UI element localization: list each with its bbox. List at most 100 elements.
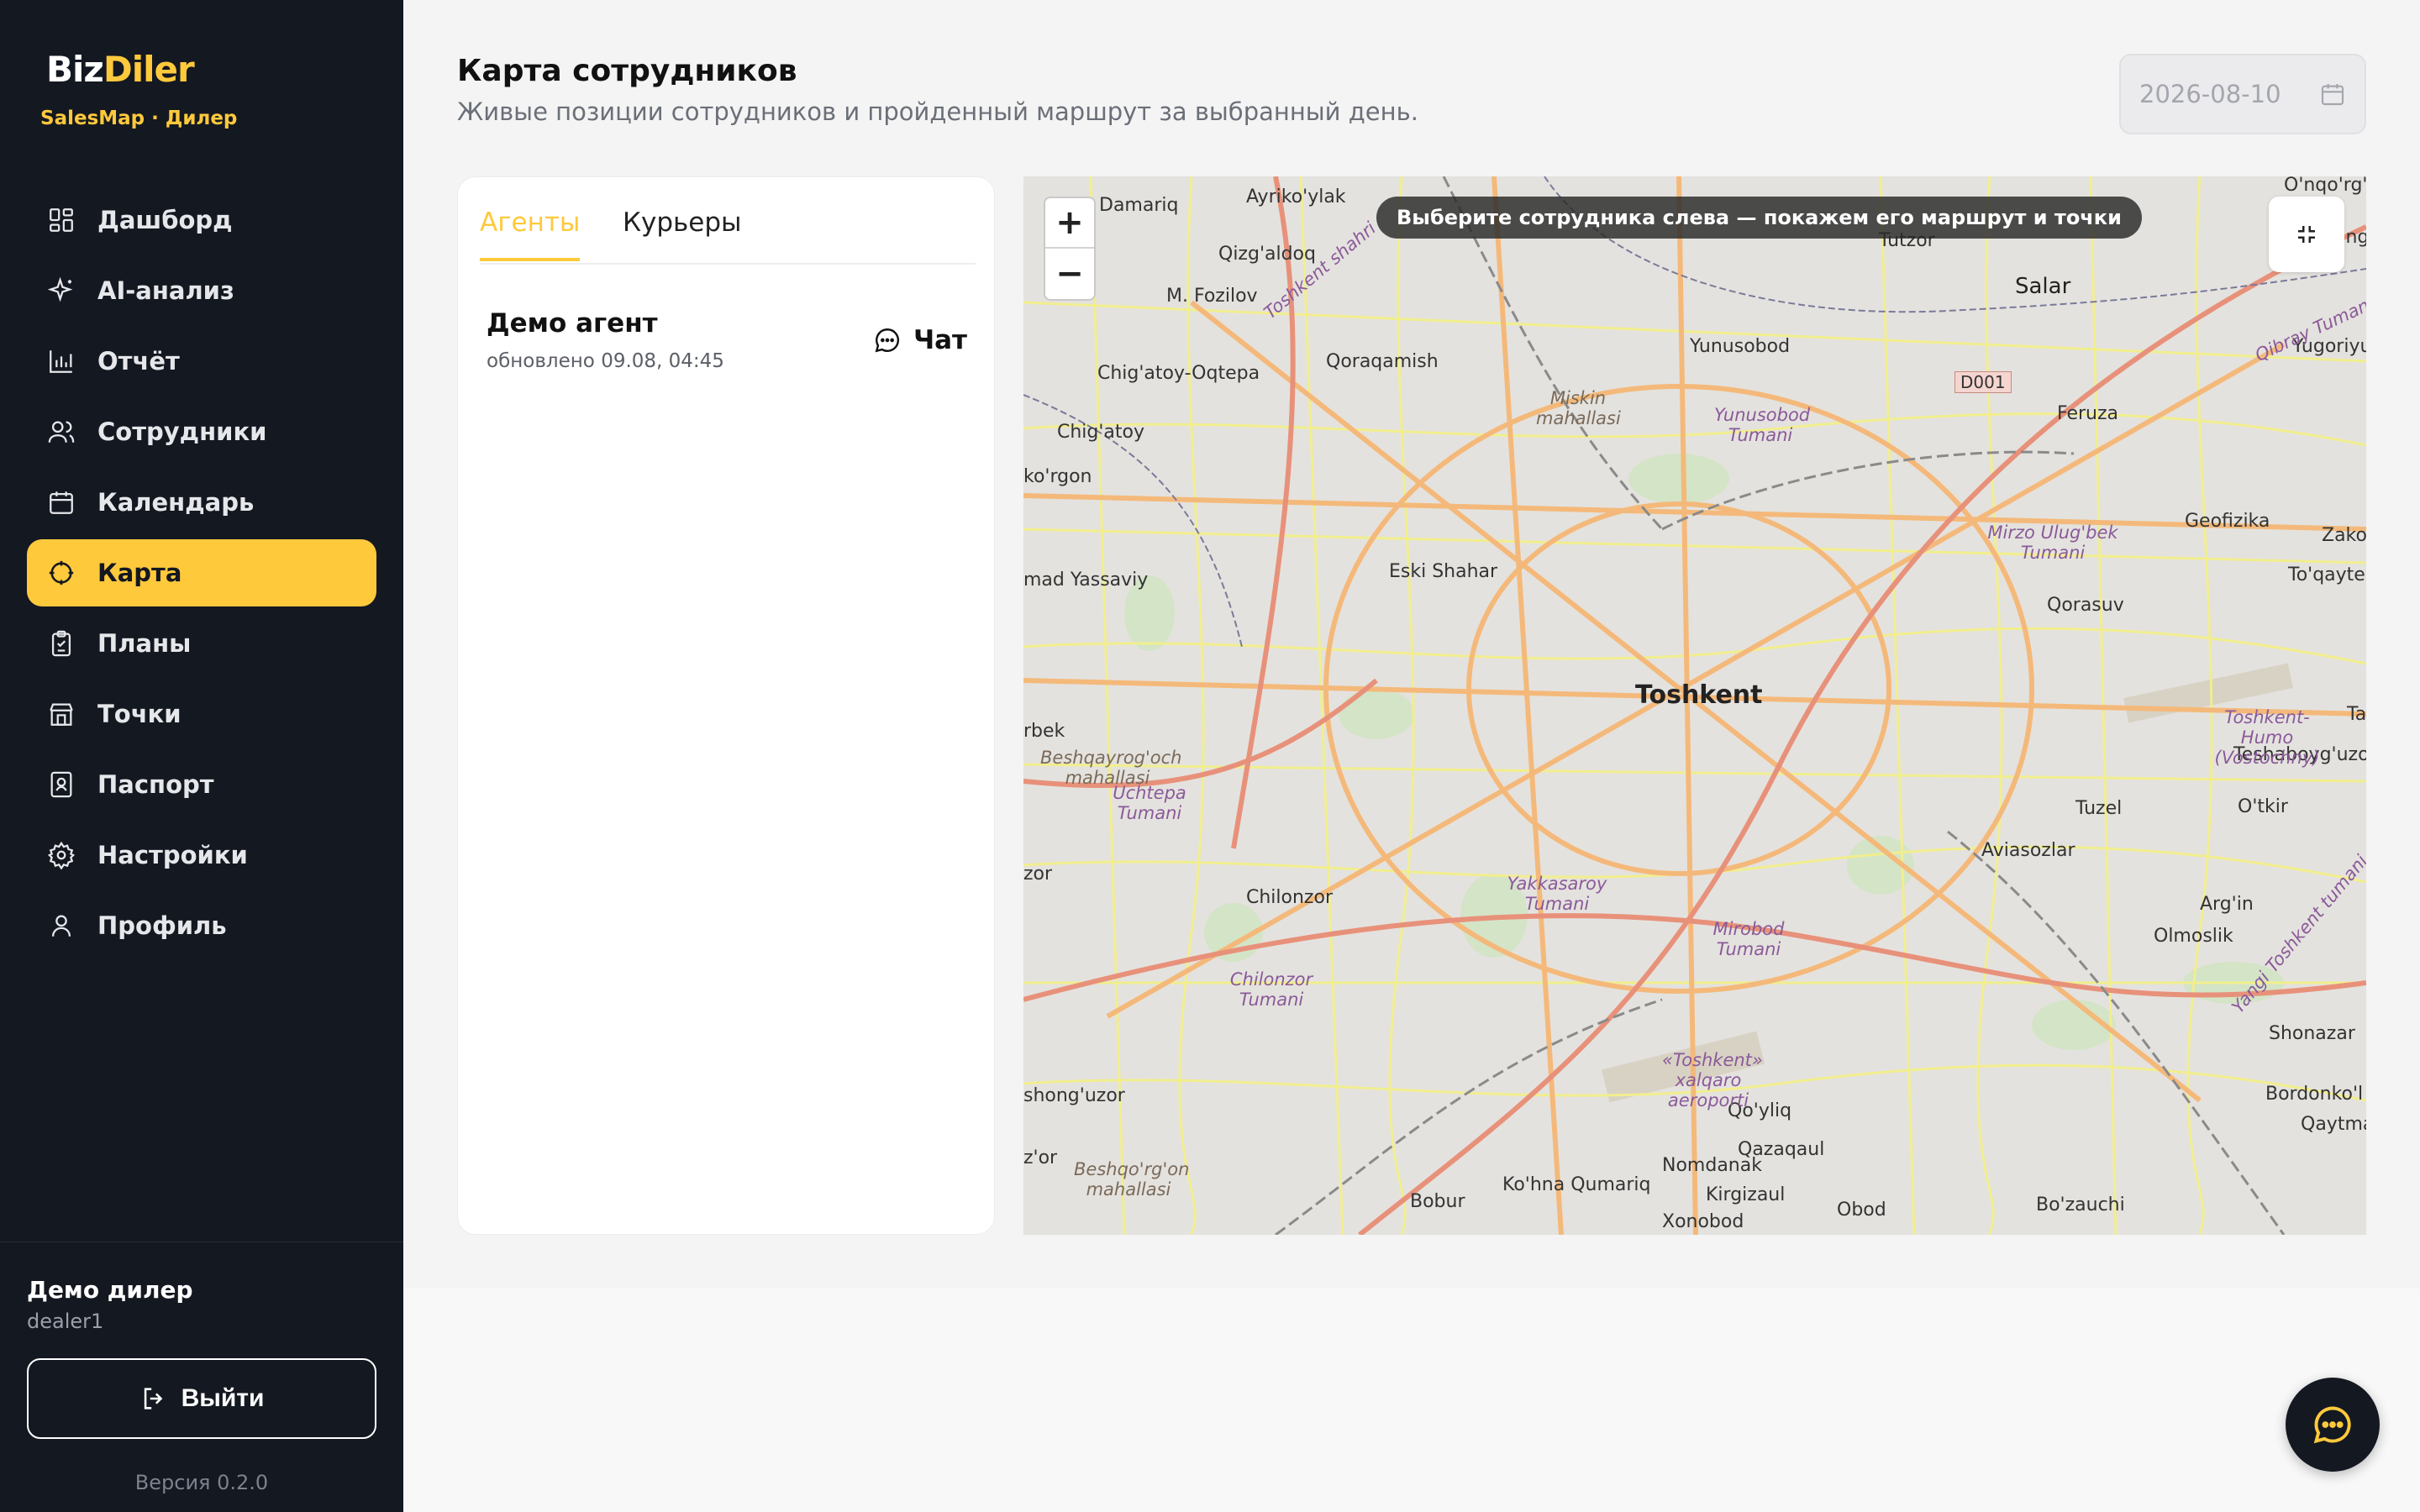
map-label: Tas bbox=[2347, 704, 2366, 725]
map-label: Aviasozlar bbox=[1981, 840, 2075, 861]
map-label: Bordonko'l bbox=[2265, 1084, 2364, 1105]
store-icon bbox=[47, 700, 76, 728]
map-label: Salar bbox=[2015, 274, 2071, 299]
clipboard-icon bbox=[47, 629, 76, 658]
page-title: Карта сотрудников bbox=[457, 54, 797, 88]
zoom-control: + − bbox=[1044, 197, 1096, 301]
zoom-in-button[interactable]: + bbox=[1045, 198, 1094, 249]
map-label: Geofizika bbox=[2185, 511, 2270, 532]
map-label: rbek bbox=[1023, 721, 1065, 742]
sidebar-item-label: Настройки bbox=[97, 841, 248, 869]
map-label: Olmoslik bbox=[2154, 926, 2233, 947]
map-label: ko'rgon bbox=[1023, 466, 1092, 487]
map-district-label: Mirzo Ulug'bek Tumani bbox=[1987, 522, 2118, 563]
map-label: Chig'atoy-Oqtepa bbox=[1097, 363, 1260, 384]
map-label: Arg'in bbox=[2200, 894, 2254, 915]
logout-icon bbox=[144, 1388, 162, 1410]
chat-bubble-icon bbox=[875, 328, 900, 353]
employee-updated: обновлено 09.08, 04:45 bbox=[487, 350, 724, 372]
tab-couriers[interactable]: Курьеры bbox=[623, 207, 742, 258]
map-label: Bobur bbox=[1410, 1191, 1465, 1212]
crosshair-icon bbox=[47, 559, 76, 587]
sidebar-item-label: Профиль bbox=[97, 911, 227, 940]
brand-logo: BizDiler bbox=[46, 49, 195, 90]
sidebar-item-calendar[interactable]: Календарь bbox=[27, 469, 376, 536]
fullscreen-button[interactable] bbox=[2269, 197, 2344, 272]
sidebar-footer: Демо дилер dealer1 Выйти Версия 0.2.0 bbox=[0, 1242, 403, 1512]
map-label: Yunusobod bbox=[1690, 336, 1791, 357]
map-label: Qizg'aldoq bbox=[1218, 244, 1316, 265]
sidebar-item-ai-analysis[interactable]: AI-анализ bbox=[27, 257, 376, 324]
map-view[interactable]: Toshkent Damariq Ayriko'ylak O'nqo'rg'on… bbox=[1023, 176, 2366, 1235]
sidebar-item-report[interactable]: Отчёт bbox=[27, 328, 376, 395]
users-icon bbox=[47, 417, 76, 446]
list-item[interactable]: Демо агент обновлено 09.08, 04:45 Чат bbox=[487, 308, 967, 384]
map-district-label: Mirobod Tumani bbox=[1712, 919, 1785, 959]
app-version: Версия 0.2.0 bbox=[134, 1471, 269, 1494]
map-district-label: Yunusobod Tumani bbox=[1714, 405, 1811, 445]
employees-panel: Агенты Курьеры Демо агент обновлено 09.0… bbox=[457, 176, 995, 1235]
map-label-city: Toshkent bbox=[1635, 680, 1763, 710]
sidebar-item-profile[interactable]: Профиль bbox=[27, 892, 376, 959]
sidebar-item-label: Паспорт bbox=[97, 770, 214, 799]
employee-name: Демо агент bbox=[487, 308, 658, 339]
map-label: z'or bbox=[1023, 1147, 1058, 1168]
map-label: Damariq bbox=[1099, 195, 1179, 216]
map-label: Qorasuv bbox=[2047, 595, 2124, 616]
page-background bbox=[403, 1289, 2420, 1512]
calendar-icon bbox=[47, 488, 76, 517]
map-label: Xonobod bbox=[1662, 1211, 1744, 1232]
collapse-icon bbox=[2298, 226, 2315, 243]
map-district-label: Miskin mahallasi bbox=[1536, 388, 1621, 428]
sidebar-item-settings[interactable]: Настройки bbox=[27, 822, 376, 889]
logout-label: Выйти bbox=[181, 1384, 265, 1412]
sidebar-item-label: Дашборд bbox=[97, 206, 233, 234]
support-chat-button[interactable] bbox=[2286, 1378, 2380, 1472]
chat-button[interactable]: Чат bbox=[873, 325, 967, 355]
date-value: 2026-08-10 bbox=[2139, 80, 2281, 108]
chat-bubble-icon bbox=[2313, 1406, 2351, 1444]
date-picker[interactable]: 2026-08-10 bbox=[2119, 54, 2366, 134]
map-label: M. Fozilov bbox=[1166, 286, 1258, 307]
map-district-label: Beshqayrog'och mahallasi bbox=[1040, 748, 1182, 788]
map-label: O'tkir bbox=[2238, 796, 2288, 817]
sidebar-item-label: Карта bbox=[97, 559, 182, 587]
map-district-label: Uchtepa Tumani bbox=[1113, 783, 1186, 823]
map-hint: Выберите сотрудника слева — покажем его … bbox=[1376, 197, 2142, 239]
sidebar-item-plans[interactable]: Планы bbox=[27, 610, 376, 677]
sidebar-item-dashboard[interactable]: Дашборд bbox=[27, 186, 376, 254]
sidebar-item-label: Планы bbox=[97, 629, 192, 658]
sidebar-item-label: Сотрудники bbox=[97, 417, 267, 446]
calendar-icon bbox=[2321, 84, 2344, 106]
map-district-label: Yakkasaroy Tumani bbox=[1507, 874, 1607, 914]
sidebar-item-map[interactable]: Карта bbox=[27, 539, 376, 606]
brand-part2: Diler bbox=[103, 49, 195, 90]
sidebar-item-points[interactable]: Точки bbox=[27, 680, 376, 748]
map-label: Bo'zauchi bbox=[2036, 1194, 2125, 1215]
logout-button[interactable]: Выйти bbox=[27, 1358, 376, 1439]
id-card-icon bbox=[47, 770, 76, 799]
dashboard-icon bbox=[47, 206, 76, 234]
map-label: To'qaytepa bbox=[2288, 564, 2366, 585]
map-label: O'nqo'rg'on bbox=[2284, 176, 2366, 196]
map-district-label: Chilonzor Tumani bbox=[1229, 969, 1313, 1010]
gear-icon bbox=[47, 841, 76, 869]
chat-label: Чат bbox=[913, 325, 967, 355]
page-subtitle: Живые позиции сотрудников и пройденный м… bbox=[457, 97, 1418, 126]
map-label: Qaytmas bbox=[2301, 1114, 2366, 1135]
map-label: Kirgizaul bbox=[1706, 1184, 1786, 1205]
map-label-road: D001 bbox=[1954, 371, 2012, 393]
sidebar-item-employees[interactable]: Сотрудники bbox=[27, 398, 376, 465]
tab-agents[interactable]: Агенты bbox=[480, 207, 581, 261]
sidebar: BizDiler SalesMap · Дилер Дашборд AI-ана… bbox=[0, 0, 403, 1512]
sidebar-nav: Дашборд AI-анализ Отчёт Сотрудники Кален… bbox=[27, 186, 376, 963]
sidebar-item-label: Отчёт bbox=[97, 347, 180, 375]
map-label: Chig'atoy bbox=[1057, 422, 1145, 443]
map-district-label: «Toshkent» xalqaro aeroporti bbox=[1662, 1050, 1763, 1110]
map-label: Tuzel bbox=[2075, 798, 2123, 819]
sidebar-item-passport[interactable]: Паспорт bbox=[27, 751, 376, 818]
employee-tabs: Агенты Курьеры bbox=[480, 177, 976, 265]
map-label: Ayriko'ylak bbox=[1246, 186, 1346, 207]
map-label: shong'uzor bbox=[1023, 1085, 1125, 1106]
zoom-out-button[interactable]: − bbox=[1045, 249, 1094, 299]
